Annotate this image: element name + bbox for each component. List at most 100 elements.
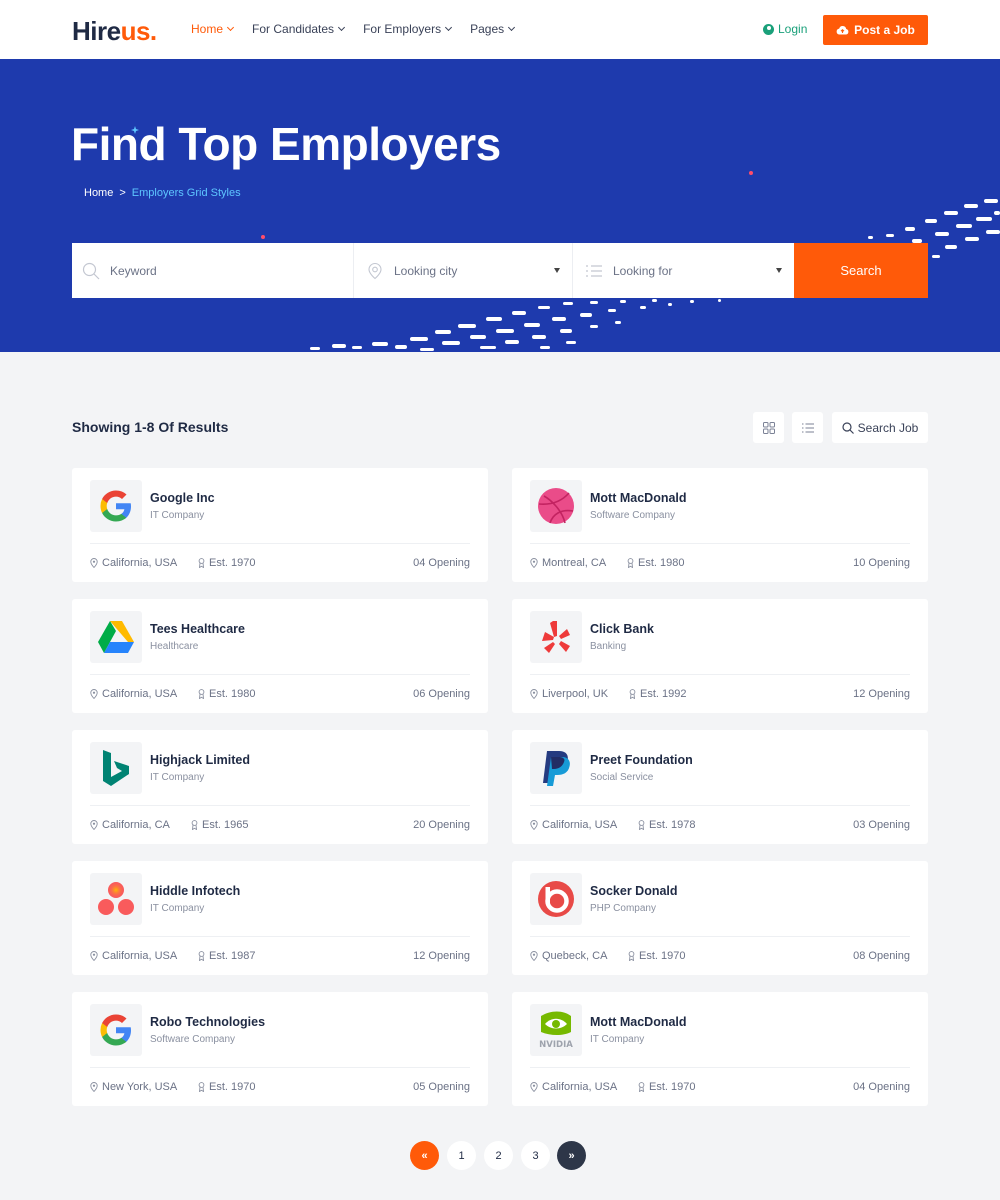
pagination-page-1[interactable]: 1 xyxy=(447,1141,476,1170)
keyword-placeholder: Keyword xyxy=(110,263,157,278)
map-pin-icon xyxy=(530,1082,538,1092)
employer-card[interactable]: Highjack Limited IT Company California, CA… xyxy=(72,730,488,844)
company-location: California, USA xyxy=(530,819,617,831)
card-divider xyxy=(90,805,470,806)
location-text: Quebeck, CA xyxy=(542,950,608,962)
nav-pages[interactable]: Pages xyxy=(470,22,516,36)
keyword-input[interactable]: Keyword xyxy=(72,243,354,298)
pagination-page-3[interactable]: 3 xyxy=(521,1141,550,1170)
openings-count[interactable]: 05 Opening xyxy=(413,1081,470,1093)
card-divider xyxy=(90,936,470,937)
employer-card[interactable]: Robo Technologies Software Company New Yor… xyxy=(72,992,488,1106)
card-divider xyxy=(530,1067,910,1068)
openings-count[interactable]: 12 Opening xyxy=(413,950,470,962)
employer-card[interactable]: NVIDIA Mott MacDonald IT Company California… xyxy=(512,992,928,1106)
search-job-button[interactable]: Search Job xyxy=(832,412,928,443)
established-text: Est. 1987 xyxy=(209,950,256,962)
job-search-bar: Keyword Looking city Looking for Search xyxy=(72,243,928,298)
nav-for-employers[interactable]: For Employers xyxy=(363,22,453,36)
company-type: Healthcare xyxy=(150,641,199,652)
employer-card[interactable]: Preet Foundation Social Service California… xyxy=(512,730,928,844)
openings-count[interactable]: 12 Opening xyxy=(853,688,910,700)
search-button[interactable]: Search xyxy=(794,243,928,298)
company-location: California, USA xyxy=(90,950,177,962)
established-text: Est. 1992 xyxy=(640,688,687,700)
employer-card[interactable]: Hiddle Infotech IT Company California, USA… xyxy=(72,861,488,975)
company-type: Banking xyxy=(590,641,627,652)
openings-count[interactable]: 04 Opening xyxy=(413,557,470,569)
company-type: IT Company xyxy=(150,510,205,521)
award-icon xyxy=(191,820,198,830)
bing-logo xyxy=(90,742,142,794)
dropdown-arrow-icon xyxy=(554,268,560,273)
employer-card[interactable]: Google Inc IT Company California, USA Est. … xyxy=(72,468,488,582)
company-name[interactable]: Robo Technologies xyxy=(150,1015,265,1029)
employer-card[interactable]: Tees Healthcare Healthcare California, USA… xyxy=(72,599,488,713)
nvidia-logo: NVIDIA xyxy=(530,1004,582,1056)
openings-count[interactable]: 08 Opening xyxy=(853,950,910,962)
company-name[interactable]: Socker Donald xyxy=(590,884,678,898)
city-placeholder: Looking city xyxy=(394,263,458,278)
looking-for-select[interactable]: Looking for xyxy=(573,243,794,298)
card-divider xyxy=(530,674,910,675)
yelp-logo xyxy=(530,611,582,663)
city-select[interactable]: Looking city xyxy=(354,243,573,298)
company-location: California, USA xyxy=(90,557,177,569)
company-name[interactable]: Mott MacDonald xyxy=(590,491,687,505)
company-type: IT Company xyxy=(150,772,205,783)
post-job-label: Post a Job xyxy=(854,23,915,37)
company-name[interactable]: Tees Healthcare xyxy=(150,622,245,636)
map-pin-icon xyxy=(530,820,538,830)
company-established: Est. 1970 xyxy=(628,950,685,962)
dropdown-arrow-icon xyxy=(776,268,782,273)
company-location: California, CA xyxy=(90,819,170,831)
google-drive-logo xyxy=(90,611,142,663)
site-logo[interactable]: Hireus. xyxy=(72,16,157,47)
map-pin-icon xyxy=(90,951,98,961)
post-job-button[interactable]: Post a Job xyxy=(823,15,928,45)
openings-count[interactable]: 10 Opening xyxy=(853,557,910,569)
established-text: Est. 1970 xyxy=(649,1081,696,1093)
company-name[interactable]: Click Bank xyxy=(590,622,654,636)
company-type: IT Company xyxy=(150,903,205,914)
established-text: Est. 1980 xyxy=(638,557,685,569)
pagination-next-button[interactable]: » xyxy=(557,1141,586,1170)
map-pin-icon xyxy=(90,820,98,830)
asana-logo xyxy=(90,873,142,925)
employer-card[interactable]: Click Bank Banking Liverpool, UK Est. 1992 1… xyxy=(512,599,928,713)
nav-home[interactable]: Home xyxy=(191,22,235,36)
user-icon xyxy=(763,23,774,35)
company-name[interactable]: Hiddle Infotech xyxy=(150,884,240,898)
card-divider xyxy=(530,805,910,806)
card-divider xyxy=(90,674,470,675)
openings-count[interactable]: 04 Opening xyxy=(853,1081,910,1093)
openings-count[interactable]: 03 Opening xyxy=(853,819,910,831)
award-icon xyxy=(198,558,205,568)
company-location: Liverpool, UK xyxy=(530,688,608,700)
location-text: New York, USA xyxy=(102,1081,178,1093)
company-name[interactable]: Preet Foundation xyxy=(590,753,693,767)
company-type: PHP Company xyxy=(590,903,656,914)
company-name[interactable]: Highjack Limited xyxy=(150,753,250,767)
award-icon xyxy=(198,689,205,699)
location-text: California, CA xyxy=(102,819,170,831)
pagination-page-2[interactable]: 2 xyxy=(484,1141,513,1170)
map-pin-icon xyxy=(530,558,538,568)
company-location: Quebeck, CA xyxy=(530,950,607,962)
company-established: Est. 1970 xyxy=(638,1081,695,1093)
grid-view-button[interactable] xyxy=(753,412,784,443)
company-name[interactable]: Google Inc xyxy=(150,491,215,505)
pagination-prev-button[interactable]: « xyxy=(410,1141,439,1170)
employer-card[interactable]: Mott MacDonald Software Company Montreal, … xyxy=(512,468,928,582)
openings-count[interactable]: 06 Opening xyxy=(413,688,470,700)
employer-card[interactable]: Socker Donald PHP Company Quebeck, CA Est. … xyxy=(512,861,928,975)
list-view-button[interactable] xyxy=(792,412,823,443)
card-divider xyxy=(530,543,910,544)
company-name[interactable]: Mott MacDonald xyxy=(590,1015,687,1029)
openings-count[interactable]: 20 Opening xyxy=(413,819,470,831)
cloud-upload-icon xyxy=(836,26,849,35)
established-text: Est. 1970 xyxy=(209,1081,256,1093)
nav-for-candidates[interactable]: For Candidates xyxy=(252,22,346,36)
login-link[interactable]: Login xyxy=(763,22,807,36)
company-established: Est. 1992 xyxy=(629,688,686,700)
